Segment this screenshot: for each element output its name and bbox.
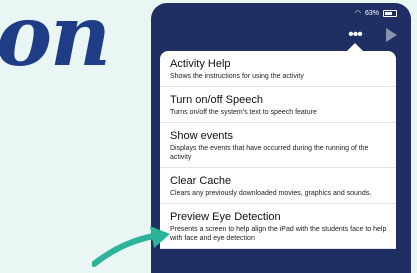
menu-item-activity-help[interactable]: Activity Help Shows the instructions for… bbox=[160, 51, 396, 87]
menu-item-title: Clear Cache bbox=[170, 175, 232, 187]
menu-item-title: Preview Eye Detection bbox=[170, 211, 281, 223]
battery-icon bbox=[383, 9, 397, 17]
status-bar: ◠ 63% bbox=[151, 7, 411, 19]
menu-item-preview-eye-detection[interactable]: Preview Eye Detection Presents a screen … bbox=[160, 204, 396, 249]
wifi-icon: ◠ bbox=[354, 10, 361, 17]
menu-item-description: Turns on/off the system's text to speech… bbox=[170, 109, 317, 116]
menu-item-title: Activity Help bbox=[170, 58, 231, 70]
menu-item-description: Presents a screen to help align the iPad… bbox=[170, 226, 387, 242]
pointer-arrow bbox=[92, 226, 170, 267]
popover-arrow bbox=[347, 43, 363, 51]
ipad-screen: ◠ 63% ••• Activity Help Shows the instru… bbox=[151, 3, 411, 273]
background-title: on bbox=[0, 0, 111, 85]
menu-item-title: Turn on/off Speech bbox=[170, 94, 263, 106]
menu-item-toggle-speech[interactable]: Turn on/off Speech Turns on/off the syst… bbox=[160, 87, 396, 123]
menu-item-description: Shows the instructions for using the act… bbox=[170, 73, 304, 80]
menu-item-description: Displays the events that have occurred d… bbox=[170, 145, 369, 161]
options-menu: Activity Help Shows the instructions for… bbox=[160, 51, 396, 249]
battery-percent: 63% bbox=[364, 9, 379, 17]
menu-item-description: Clears any previously downloaded movies,… bbox=[170, 190, 372, 197]
play-icon[interactable] bbox=[386, 28, 397, 42]
nav-bar: ••• bbox=[151, 21, 411, 49]
menu-item-title: Show events bbox=[170, 130, 233, 142]
menu-item-clear-cache[interactable]: Clear Cache Clears any previously downlo… bbox=[160, 168, 396, 204]
menu-item-show-events[interactable]: Show events Displays the events that hav… bbox=[160, 123, 396, 168]
